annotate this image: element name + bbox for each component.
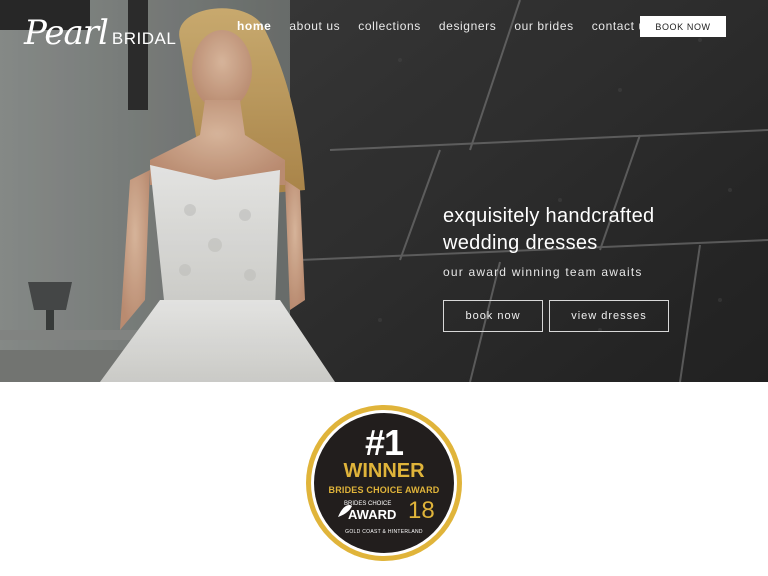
nav-item-designers[interactable]: designers [439,19,496,33]
book-now-button[interactable]: BOOK NOW [640,16,726,37]
award-badge: #1 WINNER BRIDES CHOICE AWARD BRIDES CHO… [304,403,464,563]
hero-headline-line2: wedding dresses [443,232,598,254]
award-winner: WINNER [343,460,425,482]
hero-banner: Pearl BRIDAL home about us collections d… [0,0,768,382]
hero-headline-line1: exquisitely handcrafted [443,205,655,227]
award-year: 18 [408,497,435,524]
award-word: AWARD [348,507,397,522]
nav-item-collections[interactable]: collections [358,19,421,33]
nav-item-our-brides[interactable]: our brides [514,19,573,33]
hero-view-dresses-button[interactable]: view dresses [549,300,669,332]
logo-word-text: BRIDAL [111,29,177,48]
award-title: BRIDES CHOICE AWARD [328,485,440,495]
hero-subline: our award winning team awaits [443,265,643,279]
brand-logo[interactable]: Pearl BRIDAL [24,6,176,50]
nav-item-about-us[interactable]: about us [289,19,340,33]
hero-headline: exquisitely handcrafted wedding dresses [443,203,743,257]
logo-script-text: Pearl [24,13,109,53]
hero-book-now-button[interactable]: book now [443,300,543,332]
award-rank: #1 [364,422,404,463]
main-nav: home about us collections designers our … [237,19,670,33]
nav-item-home[interactable]: home [237,19,271,33]
award-region: GOLD COAST & HINTERLAND [345,529,423,535]
